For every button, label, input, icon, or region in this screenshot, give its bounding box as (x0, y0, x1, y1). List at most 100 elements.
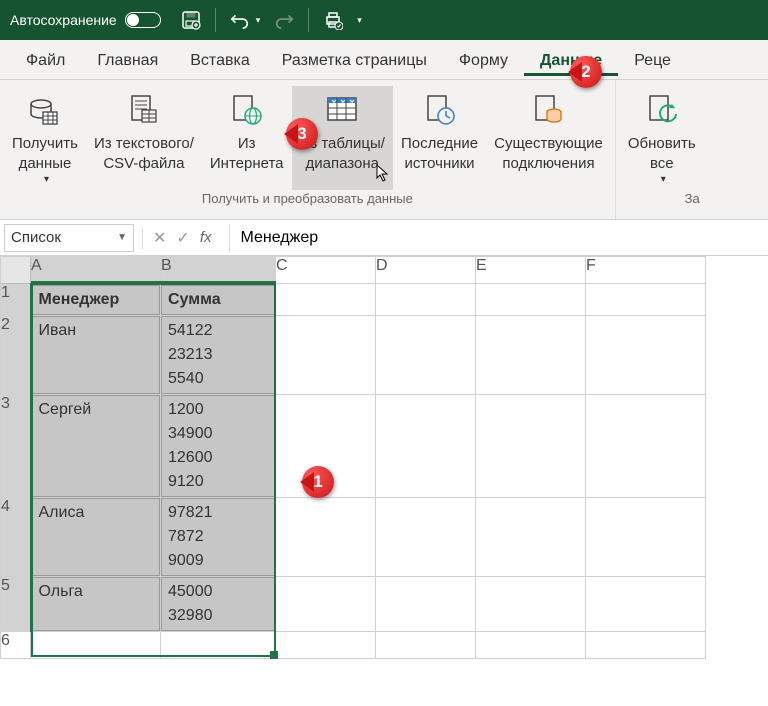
name-box-value: Список (11, 229, 61, 246)
enter-icon[interactable]: ✓ (176, 228, 189, 248)
cell-f2[interactable] (586, 315, 706, 394)
from-text-csv-button[interactable]: Из текстового/ CSV-файла (86, 86, 202, 190)
cell-e4[interactable] (476, 497, 586, 576)
cell-c6[interactable] (276, 631, 376, 658)
quick-access-toolbar: ▾ ▾ (181, 8, 362, 32)
cell-a6[interactable] (31, 631, 161, 658)
get-data-label: Получить данные (12, 134, 78, 173)
cell-d3[interactable] (376, 394, 476, 497)
col-header-e[interactable]: E (476, 257, 586, 284)
callout-1: 1 (302, 466, 334, 498)
spreadsheet-grid[interactable]: A B C D E F 1 Менеджер Сумма 2 Иван 5412… (0, 256, 706, 659)
from-csv-icon (124, 90, 164, 130)
recent-sources-label: Последние источники (401, 134, 478, 173)
existing-connections-button[interactable]: Существующие подключения (486, 86, 611, 190)
ribbon: Получить данные▾ Из текстового/ CSV-файл… (0, 80, 768, 220)
row-header-2[interactable]: 2 (1, 315, 31, 394)
refresh-all-button[interactable]: Обновить все▾ (620, 86, 704, 190)
cell-f1[interactable] (586, 284, 706, 316)
title-bar: Автосохранение ▾ ▾ (0, 0, 768, 40)
cell-e2[interactable] (476, 315, 586, 394)
cell-d5[interactable] (376, 576, 476, 631)
tab-formulas[interactable]: Форму (443, 44, 524, 76)
tab-home[interactable]: Главная (81, 44, 174, 76)
cancel-icon[interactable]: ✕ (153, 228, 166, 248)
ribbon-tabs: Файл Главная Вставка Разметка страницы Ф… (0, 40, 768, 80)
formula-input[interactable] (229, 224, 768, 252)
name-box-dropdown-icon[interactable]: ▼ (117, 232, 127, 243)
cell-b1[interactable]: Сумма (161, 284, 276, 316)
cell-f3[interactable] (586, 394, 706, 497)
cell-a3[interactable]: Сергей (31, 394, 161, 497)
cell-d2[interactable] (376, 315, 476, 394)
cell-b2[interactable]: 54122 23213 5540 (161, 315, 276, 394)
col-header-d[interactable]: D (376, 257, 476, 284)
formula-bar: Список ▼ ✕ ✓ fx (0, 220, 768, 256)
tab-page-layout[interactable]: Разметка страницы (266, 44, 443, 76)
cell-e3[interactable] (476, 394, 586, 497)
cell-f6[interactable] (586, 631, 706, 658)
cell-c5[interactable] (276, 576, 376, 631)
cell-a2[interactable]: Иван (31, 315, 161, 394)
cell-d1[interactable] (376, 284, 476, 316)
cell-d4[interactable] (376, 497, 476, 576)
dropdown-arrow-icon: ▾ (661, 173, 666, 186)
cell-b6[interactable] (161, 631, 276, 658)
cell-c2[interactable] (276, 315, 376, 394)
cell-a4[interactable]: Алиса (31, 497, 161, 576)
undo-icon[interactable] (230, 10, 250, 30)
from-csv-label: Из текстового/ CSV-файла (94, 134, 194, 173)
row-header-5[interactable]: 5 (1, 576, 31, 631)
from-table-icon (322, 90, 362, 130)
ribbon-group-label: Получить и преобразовать данные (4, 190, 611, 206)
col-header-c[interactable]: C (276, 257, 376, 284)
cell-c4[interactable] (276, 497, 376, 576)
name-box[interactable]: Список ▼ (4, 224, 134, 252)
from-web-label: Из Интернета (210, 134, 284, 173)
cell-f4[interactable] (586, 497, 706, 576)
autosave-toggle[interactable] (125, 12, 161, 28)
tab-file[interactable]: Файл (10, 44, 81, 76)
dropdown-arrow-icon: ▾ (44, 173, 49, 186)
col-header-f[interactable]: F (586, 257, 706, 284)
redo-icon[interactable] (274, 10, 294, 30)
col-header-a[interactable]: A (31, 257, 161, 284)
refresh-icon (642, 90, 682, 130)
from-web-icon (227, 90, 267, 130)
recent-sources-icon (420, 90, 460, 130)
tab-review[interactable]: Реце (618, 44, 687, 76)
row-header-6[interactable]: 6 (1, 631, 31, 658)
undo-dropdown[interactable]: ▾ (256, 15, 261, 26)
autosave-label: Автосохранение (10, 12, 117, 28)
quick-print-icon[interactable] (323, 10, 343, 30)
cell-b3[interactable]: 1200 34900 12600 9120 (161, 394, 276, 497)
callout-3: 3 (286, 118, 318, 150)
cell-b4[interactable]: 97821 7872 9009 (161, 497, 276, 576)
refresh-all-label: Обновить все (628, 134, 696, 173)
existing-connections-icon (528, 90, 568, 130)
cell-f5[interactable] (586, 576, 706, 631)
grid-container: A B C D E F 1 Менеджер Сумма 2 Иван 5412… (0, 256, 768, 659)
cell-c1[interactable] (276, 284, 376, 316)
cell-a5[interactable]: Ольга (31, 576, 161, 631)
cell-e5[interactable] (476, 576, 586, 631)
recent-sources-button[interactable]: Последние источники (393, 86, 486, 190)
col-header-b[interactable]: B (161, 257, 276, 284)
ribbon-group-queries: Обновить все▾ За (616, 80, 708, 219)
cell-a1[interactable]: Менеджер (31, 284, 161, 316)
cell-d6[interactable] (376, 631, 476, 658)
fx-icon[interactable]: fx (200, 229, 212, 246)
cell-b5[interactable]: 45000 32980 (161, 576, 276, 631)
tab-insert[interactable]: Вставка (174, 44, 265, 76)
save-icon[interactable] (181, 10, 201, 30)
row-header-4[interactable]: 4 (1, 497, 31, 576)
row-header-3[interactable]: 3 (1, 394, 31, 497)
ribbon-group2-label: За (620, 190, 704, 206)
cell-e1[interactable] (476, 284, 586, 316)
get-data-button[interactable]: Получить данные▾ (4, 86, 86, 190)
select-all-corner[interactable] (1, 257, 31, 284)
row-header-1[interactable]: 1 (1, 284, 31, 316)
qat-customize-dropdown[interactable]: ▾ (357, 15, 362, 26)
cell-e6[interactable] (476, 631, 586, 658)
ribbon-group-get-transform: Получить данные▾ Из текстового/ CSV-файл… (0, 80, 616, 219)
